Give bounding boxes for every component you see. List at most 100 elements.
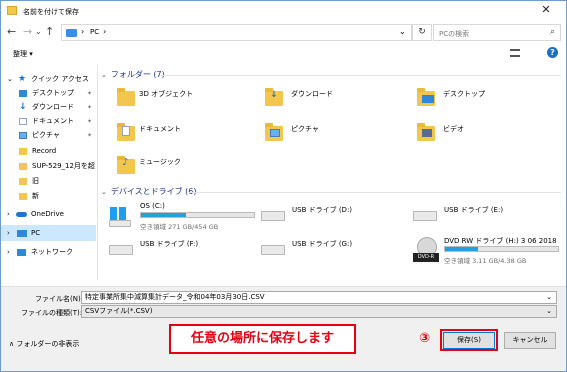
filename-label: ファイル名(N): bbox=[35, 295, 84, 303]
filetype-label: ファイルの種類(T): bbox=[21, 309, 83, 317]
hide-folders-toggle[interactable]: ∧ フォルダーの非表示 bbox=[9, 339, 79, 349]
sidebar-item-desktop[interactable]: デスクトップ ✦ bbox=[1, 87, 96, 100]
organize-button[interactable]: 整理 ▾ bbox=[13, 49, 33, 59]
refresh-button[interactable]: ↻ bbox=[412, 24, 432, 41]
picture-icon bbox=[19, 132, 27, 139]
network-icon bbox=[17, 249, 26, 256]
search-icon[interactable]: ⌕ bbox=[550, 27, 555, 37]
drive-item-h[interactable]: DVD-R DVD RW ドライブ (H:) 3 06 2018 空き領域 3.… bbox=[413, 235, 563, 271]
cancel-button[interactable]: キャンセル bbox=[504, 332, 556, 349]
recent-dropdown-icon[interactable]: ⌄ bbox=[35, 25, 42, 39]
sidebar-item-label: Record bbox=[32, 147, 57, 155]
folders-group-title: フォルダー (7) bbox=[110, 70, 165, 79]
drive-label: USB ドライブ (F:) bbox=[140, 240, 199, 248]
drive-label: USB ドライブ (E:) bbox=[444, 206, 504, 214]
document-badge-icon bbox=[122, 126, 130, 136]
sidebar-item-label: SUP-529_12月を超え bbox=[32, 162, 96, 170]
save-as-dialog: 名前を付けて保存 ✕ ← → ⌄ ↑ › PC › ⌄ ↻ PCの検索 ⌕ 整理… bbox=[0, 0, 567, 372]
sidebar-item-label: OneDrive bbox=[31, 210, 64, 218]
pin-icon: ✦ bbox=[87, 118, 93, 125]
windows-logo-icon bbox=[110, 207, 126, 220]
help-icon[interactable]: ? bbox=[547, 47, 558, 58]
sidebar-item-new[interactable]: 新 bbox=[1, 190, 96, 203]
back-icon[interactable]: ← bbox=[7, 25, 16, 39]
window-title: 名前を付けて保存 bbox=[23, 8, 79, 16]
address-bar[interactable]: › PC › ⌄ bbox=[61, 24, 412, 41]
view-options-icon[interactable] bbox=[510, 49, 520, 57]
drive-usage-bar bbox=[140, 212, 255, 218]
drives-group-header[interactable]: ⌄ デバイスとドライブ (6) bbox=[101, 186, 197, 197]
drive-label: USB ドライブ (D:) bbox=[292, 206, 353, 214]
folder-item-videos[interactable]: ビデオ bbox=[417, 120, 557, 148]
sidebar-item-label: デスクトップ bbox=[32, 89, 74, 97]
sidebar-item-documents[interactable]: ドキュメント ✦ bbox=[1, 115, 96, 128]
sidebar-item-onedrive[interactable]: › OneDrive bbox=[1, 208, 96, 221]
sidebar-item-downloads[interactable]: ↓ ダウンロード ✦ bbox=[1, 101, 96, 114]
filename-input[interactable]: 特定事業所集中減算集計データ_令和04年03月30日.CSV ⌄ bbox=[81, 291, 557, 304]
address-dropdown-icon[interactable]: ⌄ bbox=[399, 27, 406, 36]
up-icon[interactable]: ↑ bbox=[45, 25, 54, 39]
drive-item-e[interactable]: USB ドライブ (E:) bbox=[413, 201, 563, 233]
sidebar-item-quick-access[interactable]: ⌄ ★ クイック アクセス bbox=[1, 73, 96, 86]
forward-icon[interactable]: → bbox=[23, 25, 32, 39]
folder-label: デスクトップ bbox=[443, 90, 485, 98]
expand-chevron-icon[interactable]: › bbox=[7, 225, 10, 241]
save-form-panel: ファイル名(N): 特定事業所集中減算集計データ_令和04年03月30日.CSV… bbox=[1, 286, 566, 371]
drive-item-g[interactable]: USB ドライブ (G:) bbox=[261, 235, 411, 267]
collapse-chevron-icon[interactable]: ⌄ bbox=[101, 71, 107, 79]
sidebar-item-network[interactable]: › ネットワーク bbox=[1, 246, 96, 259]
collapse-chevron-icon[interactable]: ⌄ bbox=[101, 188, 107, 196]
folder-label: 3D オブジェクト bbox=[139, 90, 194, 98]
drive-label: USB ドライブ (G:) bbox=[292, 240, 353, 248]
annotation-step-number: ③ bbox=[419, 331, 431, 346]
drive-label: DVD RW ドライブ (H:) 3 06 2018 bbox=[444, 237, 557, 245]
folder-item-downloads[interactable]: ↓ ダウンロード bbox=[265, 85, 395, 113]
folder-icon bbox=[19, 193, 27, 200]
drive-item-c[interactable]: OS (C:) 空き領域 271 GB/454 GB bbox=[109, 201, 259, 233]
command-bar: 整理 ▾ ? bbox=[1, 43, 566, 63]
folder-item-3d-objects[interactable]: 3D オブジェクト bbox=[117, 85, 247, 113]
folder-item-desktop[interactable]: デスクトップ bbox=[417, 85, 557, 113]
drive-label: OS (C:) bbox=[140, 202, 165, 210]
folder-icon bbox=[117, 88, 135, 106]
folders-group-header[interactable]: ⌄ フォルダー (7) bbox=[101, 69, 165, 80]
drive-item-d[interactable]: USB ドライブ (D:) bbox=[261, 201, 411, 233]
save-button[interactable]: 保存(S) bbox=[443, 332, 495, 349]
filetype-select[interactable]: CSVファイル(*.CSV) ⌄ bbox=[81, 305, 557, 318]
sidebar-item-pc[interactable]: › PC bbox=[1, 225, 96, 241]
expand-chevron-icon[interactable]: › bbox=[7, 246, 10, 259]
drive-usage-fill bbox=[141, 213, 187, 217]
sidebar-item-old[interactable]: 旧 bbox=[1, 175, 96, 188]
expand-chevron-icon[interactable]: ⌄ bbox=[7, 73, 13, 86]
sidebar-item-record[interactable]: Record bbox=[1, 145, 96, 158]
search-input[interactable]: PCの検索 ⌕ bbox=[433, 24, 561, 41]
download-badge-icon: ↓ bbox=[270, 90, 278, 100]
sidebar-item-pictures[interactable]: ピクチャ ✦ bbox=[1, 129, 96, 142]
navigation-pane: ⌄ ★ クイック アクセス デスクトップ ✦ ↓ ダウンロード ✦ ドキュメント… bbox=[1, 65, 96, 280]
pane-divider[interactable] bbox=[97, 65, 98, 280]
filetype-dropdown-icon[interactable]: ⌄ bbox=[546, 306, 552, 317]
expand-chevron-icon[interactable]: › bbox=[7, 208, 10, 221]
folder-item-pictures[interactable]: ピクチャ bbox=[265, 120, 395, 148]
filename-value: 特定事業所集中減算集計データ_令和04年03月30日.CSV bbox=[85, 293, 265, 301]
hard-drive-icon bbox=[109, 220, 131, 227]
sidebar-item-label: ピクチャ bbox=[32, 131, 60, 139]
download-arrow-icon: ↓ bbox=[19, 102, 27, 112]
pin-icon: ✦ bbox=[87, 132, 93, 139]
desktop-icon bbox=[19, 90, 27, 97]
cloud-icon bbox=[16, 212, 27, 217]
folder-label: ピクチャ bbox=[291, 125, 319, 133]
close-icon[interactable]: ✕ bbox=[535, 3, 557, 17]
drive-item-f[interactable]: USB ドライブ (F:) bbox=[109, 235, 259, 267]
usb-drive-icon bbox=[261, 245, 285, 255]
music-note-icon: ♪ bbox=[122, 157, 129, 168]
sidebar-item-sup-529[interactable]: SUP-529_12月を超え bbox=[1, 160, 96, 173]
breadcrumb-pc[interactable]: PC bbox=[90, 28, 99, 36]
folder-item-music[interactable]: ♪ ミュージック bbox=[117, 153, 247, 181]
pin-icon: ✦ bbox=[87, 104, 93, 111]
drives-group-title: デバイスとドライブ (6) bbox=[110, 187, 197, 196]
sidebar-item-label: 旧 bbox=[32, 177, 39, 185]
sidebar-item-label: ダウンロード bbox=[32, 103, 74, 111]
folder-item-documents[interactable]: ドキュメント bbox=[117, 120, 247, 148]
filename-dropdown-icon[interactable]: ⌄ bbox=[546, 292, 552, 303]
